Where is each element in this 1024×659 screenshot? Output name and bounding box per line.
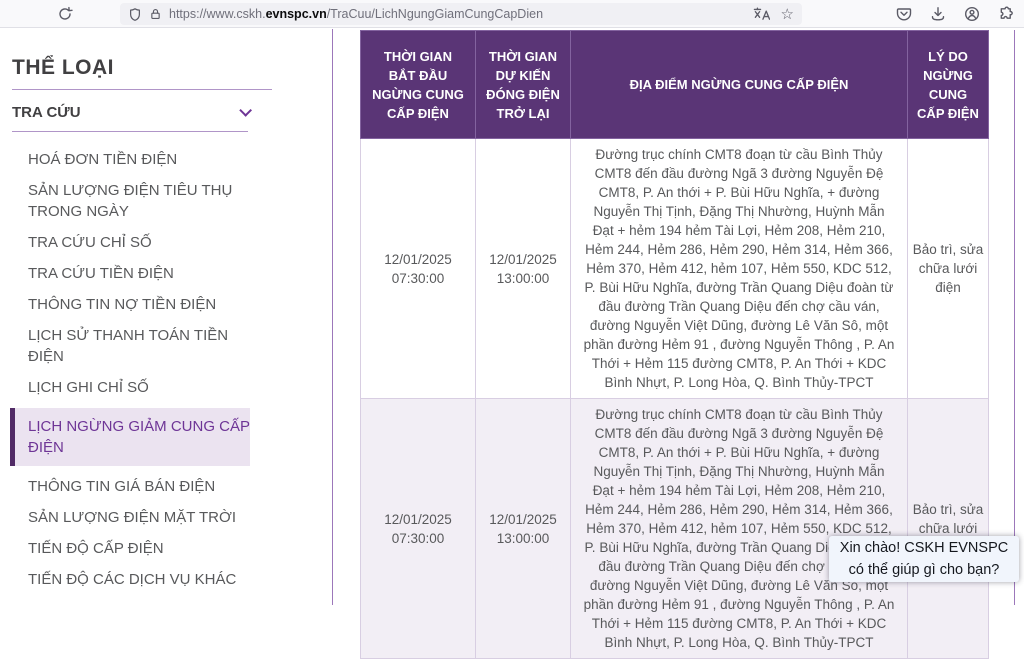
sidebar-item-lich-ngung-giam-cung-cap-dien[interactable]: LỊCH NGỪNG GIẢM CUNG CẤP ĐIỆN	[10, 408, 250, 466]
download-icon[interactable]	[930, 6, 946, 22]
location-cell: Đường trục chính CMT8 đoạn từ cầu Bình T…	[570, 398, 908, 659]
sidebar-item-san-luong-dien-tieu-thu[interactable]: SẢN LƯỢNG ĐIỆN TIÊU THỤ TRONG NGÀY	[0, 180, 262, 222]
url-prefix: https://www.cskh.	[169, 7, 266, 21]
restore-time-cell: 12/01/2025 13:00:00	[475, 138, 571, 399]
toolbar-right-icons	[896, 0, 1014, 28]
sidebar-menu: HOÁ ĐƠN TIỀN ĐIỆN SẢN LƯỢNG ĐIỆN TIÊU TH…	[0, 149, 332, 590]
header-reason: LÝ DO NGỪNG CUNG CẤP ĐIỆN	[907, 30, 989, 139]
url-domain: evnspc.vn	[265, 7, 327, 21]
sidebar-item-lich-su-thanh-toan[interactable]: LỊCH SỬ THANH TOÁN TIỀN ĐIỆN	[0, 325, 262, 367]
sidebar-item-hoa-don-tien-dien[interactable]: HOÁ ĐƠN TIỀN ĐIỆN	[0, 149, 262, 170]
reason-cell: Bảo trì, sửa chữa lưới điện	[907, 398, 989, 659]
chat-greeting-bubble[interactable]: Xin chào! CSKH EVNSPC có thể giúp gì cho…	[829, 536, 1019, 582]
sidebar-item-thong-tin-no-tien-dien[interactable]: THÔNG TIN NỢ TIỀN ĐIỆN	[0, 294, 262, 315]
pocket-icon[interactable]	[896, 6, 912, 22]
start-time-cell: 12/01/2025 07:30:00	[360, 138, 476, 399]
header-restore-time: THỜI GIAN DỰ KIẾN ĐÓNG ĐIỆN TRỞ LẠI	[475, 30, 571, 139]
sidebar-item-lich-ghi-chi-so[interactable]: LỊCH GHI CHỈ SỐ	[0, 377, 262, 398]
sidebar-item-tra-cuu-tien-dien[interactable]: TRA CỨU TIỀN ĐIỆN	[0, 263, 262, 284]
account-icon[interactable]	[964, 6, 980, 22]
header-location: ĐỊA ĐIỂM NGỪNG CUNG CẤP ĐIỆN	[570, 30, 908, 139]
restore-time-cell: 12/01/2025 13:00:00	[475, 398, 571, 659]
sidebar-item-thong-tin-gia-ban-dien[interactable]: THÔNG TIN GIÁ BÁN ĐIỆN	[0, 476, 262, 497]
reason-cell: Bảo trì, sửa chữa lưới điện	[907, 138, 989, 399]
start-time-cell: 12/01/2025 07:30:00	[360, 398, 476, 659]
sidebar-section-tra-cuu[interactable]: TRA CỨU	[12, 104, 252, 121]
table-row: 12/01/2025 07:30:00 12/01/2025 13:00:00 …	[360, 398, 989, 659]
category-sidebar: THỂ LOẠI TRA CỨU HOÁ ĐƠN TIỀN ĐIỆN SẢN L…	[0, 29, 333, 605]
table-header-row: THỜI GIAN BẮT ĐẦU NGỪNG CUNG CẤP ĐIỆN TH…	[360, 30, 989, 139]
sidebar-divider	[12, 131, 248, 132]
url-path: /TraCuu/LichNgungGiamCungCapDien	[326, 7, 544, 21]
extensions-puzzle-icon[interactable]	[998, 6, 1014, 22]
url-text[interactable]: https://www.cskh.evnspc.vn/TraCuu/LichNg…	[169, 7, 543, 21]
chat-greeting-text: Xin chào! CSKH EVNSPC có thể giúp gì cho…	[839, 540, 1009, 578]
content-right-border	[1014, 30, 1015, 605]
sidebar-item-tien-do-cap-dien[interactable]: TIẾN ĐỘ CẤP ĐIỆN	[0, 538, 262, 559]
shield-icon[interactable]	[128, 7, 142, 22]
browser-toolbar: https://www.cskh.evnspc.vn/TraCuu/LichNg…	[0, 0, 1024, 28]
location-cell: Đường trục chính CMT8 đoạn từ cầu Bình T…	[570, 138, 908, 399]
sidebar-section-label: TRA CỨU	[12, 104, 81, 121]
reload-icon	[59, 6, 73, 20]
chevron-down-icon	[239, 104, 252, 117]
lock-icon[interactable]	[149, 7, 162, 21]
address-bar[interactable]: https://www.cskh.evnspc.vn/TraCuu/LichNg…	[120, 3, 802, 25]
table-row: 12/01/2025 07:30:00 12/01/2025 13:00:00 …	[360, 138, 989, 399]
sidebar-divider	[12, 89, 272, 90]
header-start-time: THỜI GIAN BẮT ĐẦU NGỪNG CUNG CẤP ĐIỆN	[360, 30, 476, 139]
sidebar-item-tien-do-cac-dich-vu-khac[interactable]: TIẾN ĐỘ CÁC DỊCH VỤ KHÁC	[0, 569, 262, 590]
sidebar-heading: THỂ LOẠI	[12, 56, 114, 79]
reload-button[interactable]	[53, 3, 77, 25]
sidebar-item-san-luong-dien-mat-troi[interactable]: SẢN LƯỢNG ĐIỆN MẶT TRỜI	[0, 507, 262, 528]
sidebar-item-tra-cuu-chi-so[interactable]: TRA CỨU CHỈ SỐ	[0, 232, 262, 253]
bookmark-star-icon[interactable]: ☆	[781, 7, 794, 22]
translate-icon[interactable]	[753, 7, 770, 21]
